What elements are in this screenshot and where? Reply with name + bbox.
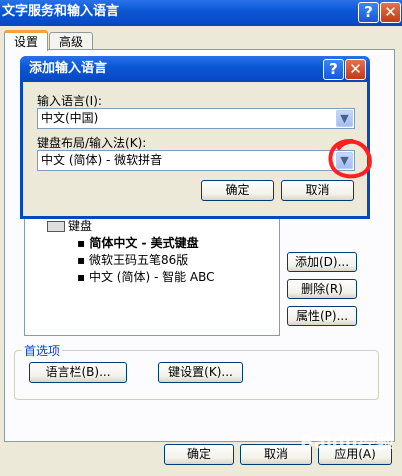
list-item[interactable]: ▪ 微软王码五笔86版 xyxy=(77,251,188,268)
add-button[interactable]: 添加(D)... xyxy=(287,252,357,272)
dialog-title-bar: 添加输入语言 xyxy=(20,56,370,82)
window-title-bar: 文字服务和输入语言 xyxy=(0,0,402,26)
input-language-value: 中文(中国) xyxy=(41,111,99,125)
keyboard-icon xyxy=(47,221,65,232)
add-language-dialog: 添加输入语言 ? ✕ 输入语言(I): 中文(中国) ▼ 键盘布局/输入法(K)… xyxy=(20,56,370,219)
remove-button[interactable]: 删除(R) xyxy=(287,279,357,299)
properties-button[interactable]: 属性(P)... xyxy=(287,306,357,326)
dialog-body: 输入语言(I): 中文(中国) ▼ 键盘布局/输入法(K): 中文 (简体) -… xyxy=(23,82,367,216)
annotation-circle xyxy=(328,138,372,179)
list-item[interactable]: ▪ 中文 (简体) - 智能 ABC xyxy=(77,268,215,285)
keyboard-node: 键盘 xyxy=(47,217,92,234)
list-item-label: 中文 (简体) - 智能 ABC xyxy=(88,270,215,284)
watermark: Baidu经验 xyxy=(300,432,394,453)
help-button[interactable]: ? xyxy=(358,2,379,23)
installed-services-list[interactable]: 键盘 ▪ 简体中文 - 美式键盘 ▪ 微软王码五笔86版 ▪ 中文 (简体) -… xyxy=(24,200,280,336)
tab-settings[interactable]: 设置 xyxy=(4,30,48,51)
input-language-label: 输入语言(I): xyxy=(37,94,102,108)
list-item[interactable]: ▪ 简体中文 - 美式键盘 xyxy=(77,234,199,251)
dialog-ok-button[interactable]: 确定 xyxy=(201,180,274,201)
language-bar-button[interactable]: 语言栏(B)... xyxy=(29,362,127,383)
keyboard-layout-value: 中文 (简体) - 微软拼音 xyxy=(41,153,163,167)
keyboard-label: 键盘 xyxy=(68,219,93,233)
dialog-help-button[interactable]: ? xyxy=(323,59,344,80)
list-item-label: 简体中文 - 美式键盘 xyxy=(89,236,199,250)
chevron-down-icon[interactable]: ▼ xyxy=(336,110,353,127)
keyboard-layout-select[interactable]: 中文 (简体) - 微软拼音 ▼ xyxy=(37,150,355,171)
input-language-select[interactable]: 中文(中国) ▼ xyxy=(37,108,355,129)
window-title: 文字服务和输入语言 xyxy=(2,4,120,19)
keyboard-layout-label: 键盘布局/输入法(K): xyxy=(37,136,147,150)
close-button[interactable]: ✕ xyxy=(380,2,401,23)
key-settings-button[interactable]: 键设置(K)... xyxy=(158,362,243,383)
preferences-legend: 首选项 xyxy=(22,342,63,359)
tab-advanced[interactable]: 高级 xyxy=(49,32,93,50)
dialog-close-button[interactable]: ✕ xyxy=(345,59,366,80)
ok-button[interactable]: 确定 xyxy=(164,444,234,465)
dialog-title: 添加输入语言 xyxy=(29,61,108,76)
list-item-label: 微软王码五笔86版 xyxy=(88,253,189,267)
